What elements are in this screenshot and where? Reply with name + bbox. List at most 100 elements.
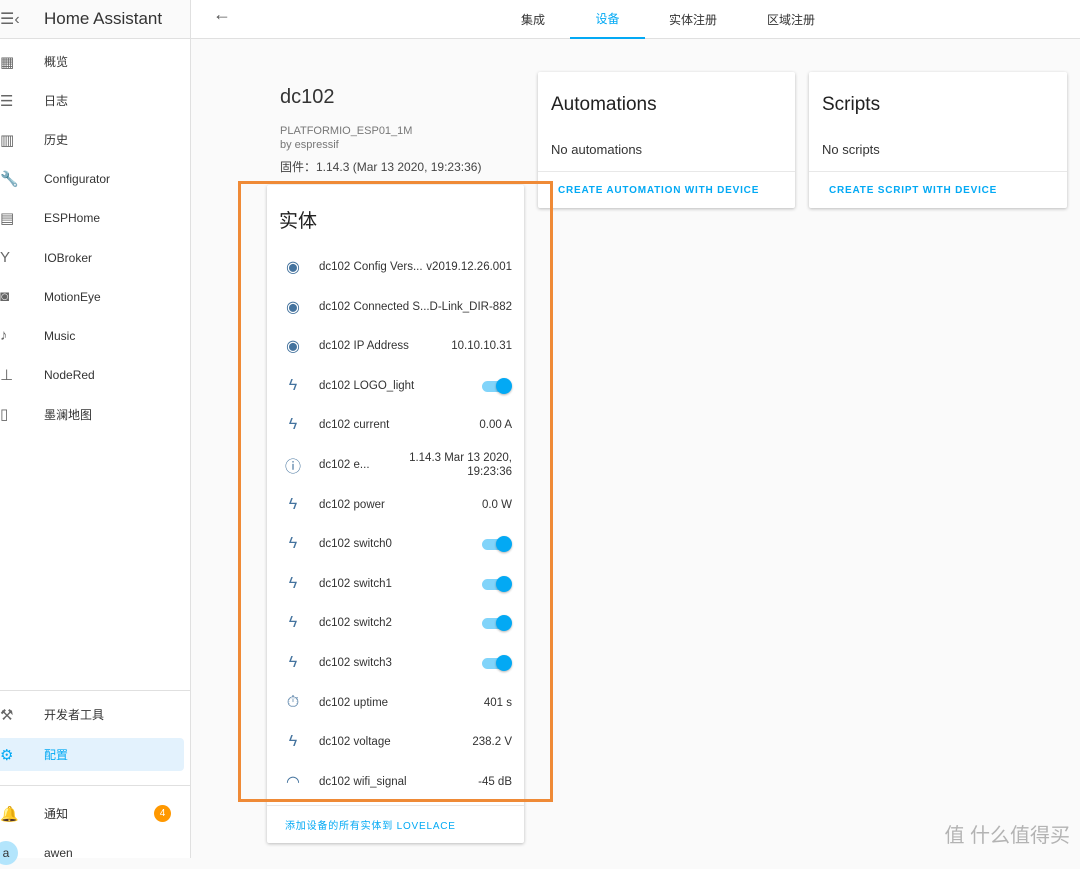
sidebar-item-2[interactable]: ▥ 历史 [0, 123, 184, 156]
automations-card: Automations No automations CREATE AUTOMA… [538, 72, 795, 208]
entity-name: dc102 switch1 [319, 577, 392, 590]
toggle-knob [496, 575, 512, 592]
entity-name: dc102 wifi_signal [319, 775, 407, 788]
sidebar-item-config[interactable]: ⚙ 配置 [0, 738, 184, 771]
timer-icon: ⏱ [286, 693, 300, 711]
bell-icon: 🔔 [0, 805, 19, 823]
tab-devices[interactable]: 设备 [570, 0, 645, 39]
entity-value: D-Link_DIR-882 [430, 300, 524, 314]
entity-name: dc102 switch0 [319, 538, 392, 551]
value-text: 10.10.10.31 [451, 340, 512, 353]
notification-badge: 4 [154, 805, 171, 822]
camera-icon: ◙ [0, 288, 10, 306]
sidebar-item-label: NodeRed [44, 368, 95, 383]
eye-icon: ◉ [286, 259, 300, 276]
entity-row[interactable]: ⏱ dc102 uptime 401 s [267, 685, 524, 721]
app-title: Home Assistant [44, 9, 163, 28]
sidebar: ☰‹ Home Assistant ▦ 概览 ☰ 日志 ▥ 历史 🔧 Configurator… [0, 0, 191, 865]
menu-open-icon[interactable]: ☰‹ [0, 9, 44, 29]
sidebar-item-8[interactable]: ⊥ NodeRed [0, 359, 184, 392]
value-text: 19:23:36 [467, 466, 512, 478]
flash-icon: ϟ [288, 416, 298, 434]
entity-name: dc102 e... [319, 459, 370, 471]
watermark-logo: 值 什么值得买 [944, 825, 1070, 847]
sidebar-item-7[interactable]: ♪ Music [0, 319, 184, 352]
sidebar-item-label: ESPHome [44, 211, 101, 226]
value-text: -45 dB [478, 775, 512, 788]
entity-name: dc102 Config Vers... [319, 261, 423, 273]
scripts-title: Scripts [822, 94, 881, 115]
sidebar-item-5[interactable]: Y IOBroker [0, 241, 184, 274]
entity-value: 0.00 A [479, 418, 524, 432]
sidebar-item-notifications[interactable]: 🔔 通知 4 [0, 797, 184, 830]
sidebar-item-6[interactable]: ◙ MotionEye [0, 280, 184, 313]
entity-row[interactable]: ϟ dc102 switch1 [267, 566, 524, 602]
top-bar: ← 集成 设备 实体注册 区域注册 [191, 0, 1080, 39]
entity-row[interactable]: ◉ dc102 Connected S... D-Link_DIR-882 [267, 289, 524, 325]
user-name: awen [44, 845, 73, 860]
entity-row[interactable]: ◉ dc102 IP Address 10.10.10.31 [267, 328, 524, 364]
entity-row[interactable]: ϟ dc102 switch0 [267, 526, 524, 562]
divider [0, 690, 190, 691]
toggle-knob [496, 377, 512, 394]
entity-row[interactable]: ϟ dc102 switch2 [267, 605, 524, 641]
entity-row[interactable]: ◠ dc102 wifi_signal -45 dB [267, 764, 524, 800]
entity-row[interactable]: ⓘ dc102 e... 1.14.3 Mar 13 2020, 19:23:36 [267, 447, 524, 483]
tab-integrations[interactable]: 集成 [510, 0, 556, 39]
wrench-icon: 🔧 [0, 171, 19, 189]
entity-name: dc102 LOGO_light [319, 379, 415, 392]
sidebar-item-4[interactable]: ▤ ESPHome [0, 202, 184, 235]
sidebar-item-label: Music [44, 328, 76, 343]
sidebar-item-label: 日志 [44, 94, 69, 109]
manufacturer-text: by espressif [280, 139, 339, 151]
flash-icon: ϟ [288, 376, 298, 394]
sidebar-item-1[interactable]: ☰ 日志 [0, 84, 184, 117]
entity-value: 10.10.10.31 [451, 339, 524, 353]
flash-icon: ϟ [288, 495, 298, 513]
entity-row[interactable]: ϟ dc102 current 0.00 A [267, 407, 524, 443]
entity-row[interactable]: ϟ dc102 power 0.0 W [267, 487, 524, 523]
entity-value: 238.2 V [472, 735, 524, 749]
back-arrow-icon[interactable]: ← [213, 4, 231, 25]
entity-name: dc102 power [319, 498, 385, 511]
toggle-knob [496, 615, 512, 632]
toggle-knob [496, 655, 512, 671]
entity-name: dc102 switch3 [319, 657, 392, 669]
entity-row[interactable]: ϟ dc102 voltage 238.2 V [267, 724, 524, 760]
sitemap-icon: ⊥ [0, 367, 14, 385]
sidebar-item-user[interactable]: a awen [0, 836, 184, 869]
value-text: D-Link_DIR-882 [429, 300, 512, 313]
value-text: 0.00 A [479, 419, 512, 432]
flash-icon: ϟ [288, 614, 298, 632]
create-script-button[interactable]: CREATE SCRIPT WITH DEVICE [809, 171, 1067, 208]
tab-entities[interactable]: 实体注册 [661, 0, 725, 39]
device-name: dc102 [280, 86, 335, 108]
entity-toggle[interactable] [480, 377, 512, 394]
device-model: PLATFORMIO_ESP01_1M by espressif [280, 124, 412, 152]
tab-areas[interactable]: 区域注册 [759, 0, 823, 39]
entity-row[interactable]: ◉ dc102 Config Vers... v2019.12.26.001 [267, 249, 524, 285]
entity-value: -45 dB [478, 775, 524, 789]
flash-icon: ϟ [288, 654, 298, 671]
sidebar-item-label: Configurator [44, 172, 111, 187]
sidebar-item-label: 通知 [44, 807, 69, 821]
entity-name: dc102 IP Address [319, 340, 409, 353]
scripts-empty: No scripts [822, 142, 880, 157]
entity-toggle[interactable] [480, 575, 512, 592]
sidebar-item-9[interactable]: ▯ 墨澜地图 [0, 398, 184, 431]
sidebar-item-label: 开发者工具 [44, 708, 105, 722]
entity-row[interactable]: ϟ dc102 switch3 [267, 645, 524, 681]
sidebar-item-developer-tools[interactable]: ⚒ 开发者工具 [0, 698, 184, 731]
flash-icon: ϟ [288, 535, 298, 553]
sidebar-item-label: 概览 [44, 55, 69, 69]
sidebar-item-0[interactable]: ▦ 概览 [0, 45, 184, 78]
entity-toggle[interactable] [480, 655, 512, 671]
sidebar-item-3[interactable]: 🔧 Configurator [0, 163, 184, 196]
entity-row[interactable]: ϟ dc102 LOGO_light [267, 368, 524, 404]
add-to-lovelace-button[interactable]: 添加设备的所有实体到 LOVELACE [267, 805, 524, 843]
entity-name: dc102 current [319, 419, 390, 432]
entity-toggle[interactable] [480, 536, 512, 553]
entity-toggle[interactable] [480, 615, 512, 632]
create-automation-button[interactable]: CREATE AUTOMATION WITH DEVICE [538, 171, 795, 208]
music-box-icon: ♪ [0, 327, 8, 345]
